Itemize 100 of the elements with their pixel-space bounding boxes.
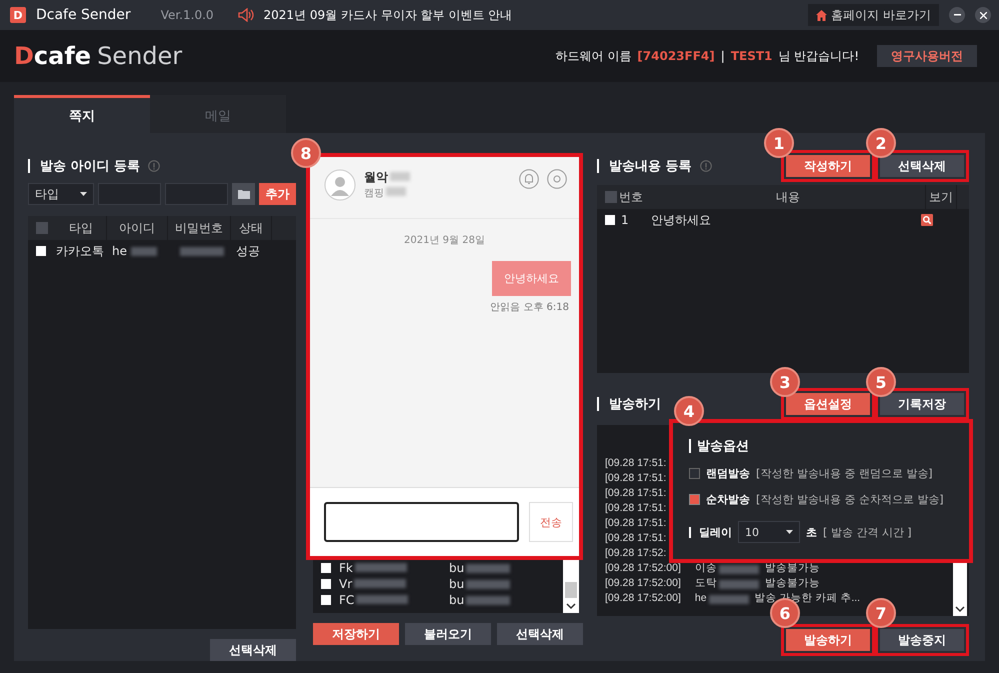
checkbox[interactable]	[36, 246, 46, 256]
action-button[interactable]: 선택삭제	[210, 639, 296, 661]
send-button[interactable]: 전송	[529, 502, 573, 542]
redacted-mark	[356, 595, 408, 604]
log-message: 발송불가능	[764, 576, 820, 590]
avatar-icon	[324, 169, 356, 201]
column-header: 번호	[619, 188, 643, 206]
action-button[interactable]: 발송중지	[875, 624, 969, 656]
close-icon	[980, 12, 986, 18]
greeting-text: 님 반갑습니다!	[778, 48, 859, 64]
folder-button[interactable]	[232, 183, 256, 205]
log-time: [09.28 17:52:00]	[605, 576, 681, 590]
table-cell-text: 안녕하세요	[651, 212, 712, 228]
scroll-down-icon[interactable]	[955, 605, 965, 613]
checkbox[interactable]	[605, 215, 615, 225]
scrollbar[interactable]	[563, 560, 579, 613]
upgrade-button[interactable]: 영구사용버전	[877, 45, 977, 67]
action-button[interactable]: 선택삭제	[497, 623, 583, 645]
message-input[interactable]	[324, 502, 520, 542]
log-time: [09.28 17:51:	[605, 516, 666, 530]
checkbox[interactable]	[36, 222, 48, 234]
version-text: Ver.1.0.0	[160, 8, 214, 22]
message-bubble: 안녕하세요	[492, 261, 571, 296]
checkbox[interactable]	[689, 494, 700, 505]
action-button[interactable]: 저장하기	[313, 623, 399, 645]
action-button[interactable]: 작성하기	[781, 150, 875, 182]
table-cell: Vr	[339, 577, 352, 591]
column-header: 보기	[926, 185, 957, 209]
log-time: [09.28 17:51:	[605, 500, 666, 514]
logo: Dcafe Sender	[14, 42, 182, 70]
delay-hint: [ 발송 간격 시간 ]	[823, 524, 912, 540]
hardware-id: [74023FF4]	[637, 49, 715, 63]
add-button[interactable]: 추가	[259, 183, 296, 205]
redacted-mark	[131, 246, 157, 256]
column-header: 내용	[651, 185, 926, 209]
bell-icon[interactable]	[519, 169, 539, 189]
delay-unit: 초	[806, 524, 817, 540]
redacted-mark	[180, 246, 224, 256]
column-header: 타입	[56, 216, 107, 240]
table-cell: 성공	[236, 242, 260, 260]
log-time: [09.28 17:52:00]	[605, 590, 681, 604]
redacted-mark	[718, 580, 759, 588]
tab[interactable]: 쪽지	[14, 95, 150, 133]
redacted-mark	[718, 564, 759, 574]
option-label: 순차발송	[706, 492, 750, 507]
popup-title: 발송옵션	[697, 438, 749, 455]
table-cell-text: 카카오톡	[56, 242, 105, 260]
column-header: 비밀번호	[168, 216, 231, 240]
redacted-mark	[390, 172, 410, 181]
dropdown-caret-icon	[80, 192, 87, 196]
home-icon	[816, 10, 828, 20]
action-button[interactable]: 불러오기	[405, 623, 491, 645]
password-field[interactable]	[164, 183, 228, 205]
checkbox[interactable]	[321, 579, 331, 589]
log-message: 발송불가능	[764, 560, 820, 574]
log-name: 이송	[694, 560, 717, 574]
log-time: [09.28 17:52:	[605, 546, 666, 560]
checkbox[interactable]	[321, 595, 331, 605]
contact-subtitle: 캠핑	[364, 188, 384, 199]
option-hint: [작성한 발송내용 중 순차적으로 발송]	[756, 492, 944, 507]
homepage-button[interactable]: 홈페이지 바로가기	[808, 4, 939, 26]
column-header: 상태	[231, 216, 272, 240]
delay-select[interactable]: 10	[738, 521, 800, 543]
action-button[interactable]: 기록저장	[875, 388, 969, 420]
user-name: TEST1	[730, 49, 772, 63]
action-button[interactable]: 옵션설정	[781, 388, 875, 420]
checkbox[interactable]	[605, 191, 617, 203]
section-title: 발송하기	[609, 396, 661, 413]
search-icon[interactable]	[921, 214, 933, 226]
scroll-down-icon[interactable]	[566, 602, 576, 610]
log-time: [09.28 17:51:	[605, 486, 666, 500]
close-button[interactable]	[975, 7, 991, 23]
info-icon	[700, 160, 712, 172]
log-name: 도탁	[694, 576, 717, 590]
type-select[interactable]: 타입	[28, 183, 94, 205]
log-time: [09.28 17:52:00]	[605, 560, 681, 574]
table-cell: bu	[449, 561, 464, 575]
checkbox[interactable]	[689, 468, 700, 479]
table-cell: Fk	[339, 561, 353, 575]
table-cell: FC	[339, 593, 354, 607]
action-button[interactable]: 발송하기	[781, 624, 875, 656]
redacted-mark	[354, 579, 406, 588]
redacted-mark	[386, 187, 406, 196]
read-status: 안읽음 오후 6:18	[490, 301, 569, 314]
id-field[interactable]	[98, 183, 161, 205]
redacted-mark	[354, 563, 407, 572]
table-cell: bu	[449, 577, 464, 591]
settings-icon[interactable]	[547, 169, 567, 189]
table-cell: he	[112, 244, 127, 258]
folder-icon	[238, 189, 250, 199]
option-hint: [작성한 발송내용 중 랜덤으로 발송]	[756, 466, 933, 481]
checkbox[interactable]	[321, 563, 331, 573]
delay-label: 딜레이	[699, 524, 732, 540]
notice-text[interactable]: 2021년 09월 카드사 무이자 할부 이벤트 안내	[264, 6, 512, 24]
log-time: [09.28 17:51:	[605, 530, 666, 544]
action-button[interactable]: 선택삭제	[875, 150, 969, 182]
app-name: Dcafe Sender	[36, 7, 131, 23]
minimize-button[interactable]	[949, 7, 965, 23]
separator-text: |	[720, 49, 725, 63]
option-label: 랜덤발송	[706, 466, 750, 481]
